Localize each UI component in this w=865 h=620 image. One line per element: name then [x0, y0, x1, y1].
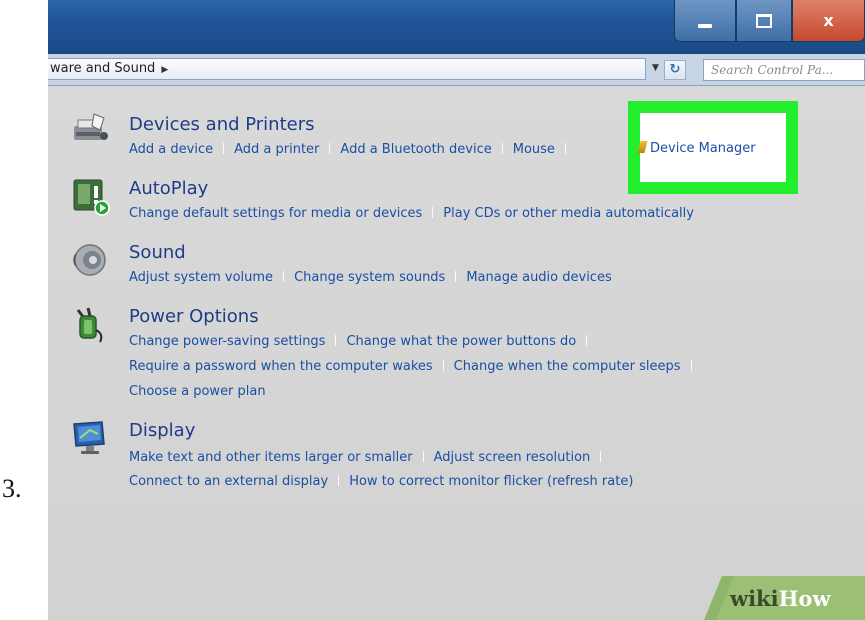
history-dropdown-icon[interactable]: ▼: [652, 63, 659, 73]
separator: [329, 143, 331, 154]
printer-icon[interactable]: [70, 108, 110, 148]
sound-links: Adjust system volume Change system sounds…: [129, 270, 612, 285]
change-system-sounds-link[interactable]: Change system sounds: [294, 270, 445, 285]
choose-power-plan-link[interactable]: Choose a power plan: [129, 384, 266, 399]
power-links-row-1: Change power-saving settings Change what …: [129, 334, 597, 349]
autoplay-links: Change default settings for media or dev…: [129, 206, 694, 221]
main-content: Devices and Printers Add a device Add a p…: [48, 86, 865, 620]
add-a-printer-link[interactable]: Add a printer: [234, 142, 319, 157]
speaker-icon[interactable]: [70, 240, 110, 280]
devices-links: Add a device Add a printer Add a Bluetooth…: [129, 142, 576, 157]
change-power-saving-settings-link[interactable]: Change power-saving settings: [129, 334, 325, 349]
wikihow-how: How: [778, 586, 831, 611]
category-title-power-options[interactable]: Power Options: [129, 306, 259, 327]
display-links-row-2: Connect to an external display How to cor…: [129, 474, 633, 489]
make-text-larger-link[interactable]: Make text and other items larger or smal…: [129, 450, 413, 465]
separator: [432, 207, 434, 218]
add-a-device-link[interactable]: Add a device: [129, 142, 213, 157]
refresh-icon: ↻: [669, 62, 681, 77]
minimize-button[interactable]: [674, 0, 736, 42]
manage-audio-devices-link[interactable]: Manage audio devices: [466, 270, 611, 285]
separator: [586, 335, 588, 346]
address-bar: ware and Sound ▶ ▼ ↻ Search Control Pa...: [48, 54, 865, 86]
play-cds-automatically-link[interactable]: Play CDs or other media automatically: [443, 206, 694, 221]
separator: [690, 360, 692, 371]
change-power-buttons-link[interactable]: Change what the power buttons do: [346, 334, 576, 349]
breadcrumb[interactable]: ware and Sound ▶: [48, 58, 646, 80]
search-input[interactable]: Search Control Pa...: [703, 59, 865, 81]
adjust-screen-resolution-link[interactable]: Adjust screen resolution: [434, 450, 591, 465]
change-default-media-settings-link[interactable]: Change default settings for media or dev…: [129, 206, 422, 221]
title-bar: x: [48, 0, 865, 54]
category-title-devices-and-printers[interactable]: Devices and Printers: [129, 114, 315, 135]
breadcrumb-arrow-icon[interactable]: ▶: [161, 65, 168, 75]
wikihow-wiki: wiki: [730, 586, 779, 611]
separator: [283, 271, 285, 282]
display-links-row-1: Make text and other items larger or smal…: [129, 450, 611, 465]
separator: [455, 271, 457, 282]
maximize-button[interactable]: [736, 0, 792, 42]
category-title-autoplay[interactable]: AutoPlay: [129, 178, 208, 199]
step-number: 3.: [2, 474, 22, 503]
monitor-icon[interactable]: [70, 418, 110, 458]
minimize-icon: [698, 23, 712, 28]
connect-external-display-link[interactable]: Connect to an external display: [129, 474, 328, 489]
close-icon: x: [823, 11, 834, 30]
separator: [442, 360, 444, 371]
adjust-system-volume-link[interactable]: Adjust system volume: [129, 270, 273, 285]
separator: [338, 475, 340, 486]
change-when-computer-sleeps-link[interactable]: Change when the computer sleeps: [454, 359, 681, 374]
control-panel-window: x ware and Sound ▶ ▼ ↻ Search Control Pa.…: [48, 0, 865, 620]
correct-monitor-flicker-link[interactable]: How to correct monitor flicker (refresh …: [349, 474, 633, 489]
power-plug-icon[interactable]: [70, 304, 110, 344]
separator: [501, 143, 503, 154]
power-links-row-2: Require a password when the computer wak…: [129, 359, 702, 374]
separator: [422, 451, 424, 462]
add-bluetooth-device-link[interactable]: Add a Bluetooth device: [340, 142, 491, 157]
close-button[interactable]: x: [792, 0, 865, 42]
require-password-on-wake-link[interactable]: Require a password when the computer wak…: [129, 359, 433, 374]
maximize-icon: [756, 13, 772, 28]
autoplay-icon[interactable]: [70, 176, 110, 216]
device-manager-label[interactable]: Device Manager: [650, 141, 756, 156]
breadcrumb-segment[interactable]: ware and Sound: [50, 61, 155, 76]
wikihow-watermark: wikiHow: [704, 576, 865, 620]
separator: [564, 143, 566, 154]
device-manager-shield-icon: [637, 141, 648, 153]
separator: [600, 451, 602, 462]
wikihow-logo-text: wikiHow: [730, 586, 831, 611]
category-title-sound[interactable]: Sound: [129, 242, 186, 263]
device-manager-link[interactable]: Device Manager: [637, 141, 756, 156]
category-title-display[interactable]: Display: [129, 420, 195, 441]
power-links-row-3: Choose a power plan: [129, 384, 266, 399]
mouse-link[interactable]: Mouse: [513, 142, 555, 157]
separator: [223, 143, 225, 154]
separator: [335, 335, 337, 346]
refresh-button[interactable]: ↻: [664, 60, 686, 80]
